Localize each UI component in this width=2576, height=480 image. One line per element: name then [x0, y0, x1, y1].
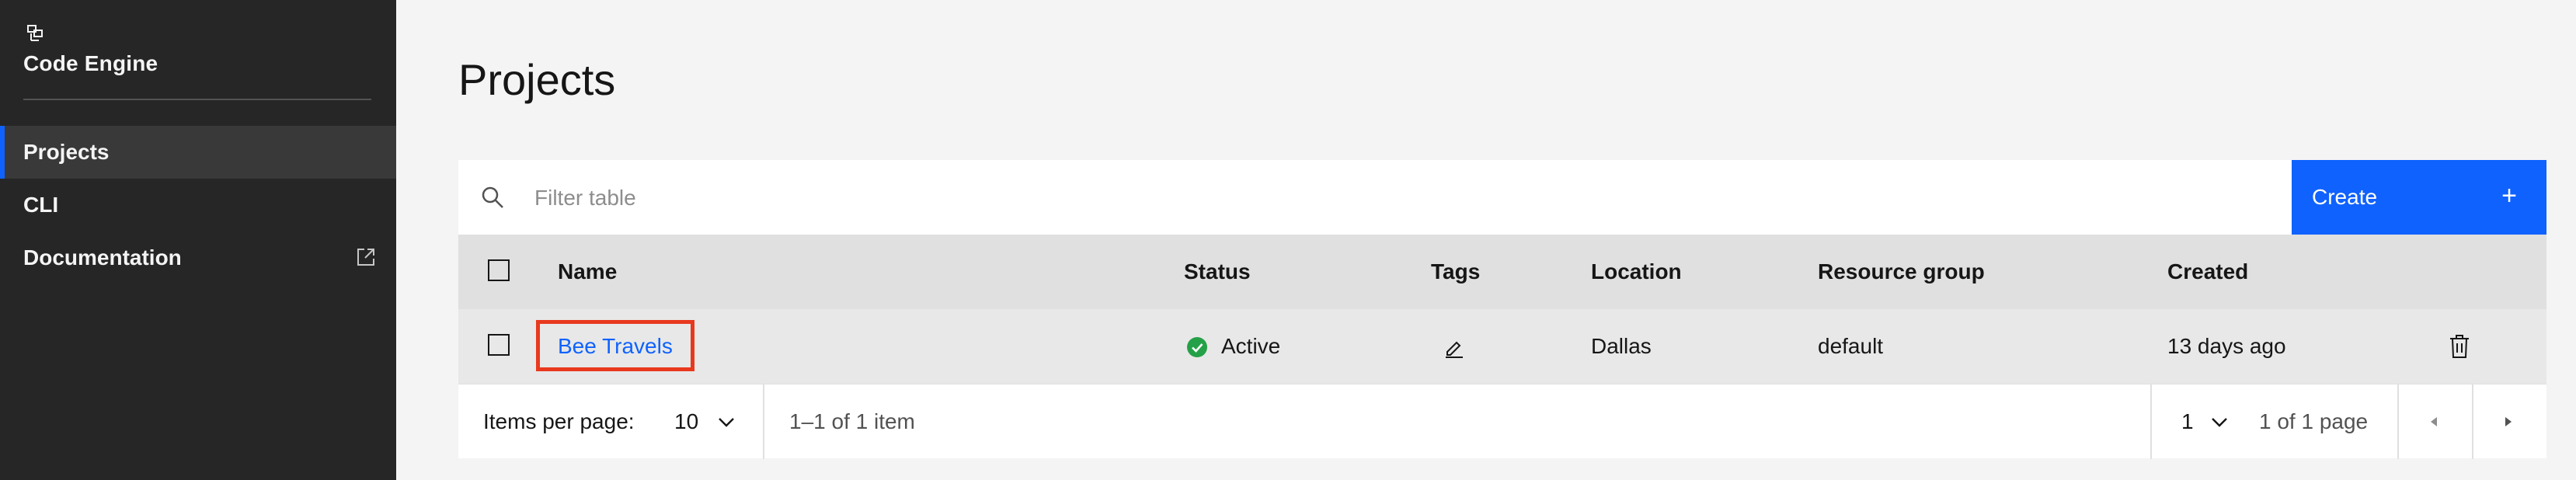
chevron-down-icon[interactable]	[2211, 417, 2228, 428]
sidebar-item-label: CLI	[23, 193, 59, 217]
sidebar: Code Engine Projects CLI Documentation	[0, 0, 396, 480]
sidebar-divider	[23, 99, 371, 100]
pagination-divider	[2397, 384, 2399, 459]
column-header-created[interactable]: Created	[2167, 235, 2248, 309]
trash-icon[interactable]	[2449, 334, 2470, 359]
check-circle-icon	[1187, 337, 1207, 357]
sidebar-item-projects[interactable]: Projects	[0, 126, 396, 179]
pagination: Items per page: 10 1–1 of 1 item 1 1 of …	[458, 384, 2546, 459]
create-button-label: Create	[2312, 185, 2378, 209]
page-total-text: 1 of 1 page	[2259, 409, 2369, 433]
pagination-divider	[2150, 384, 2152, 459]
sidebar-item-cli[interactable]: CLI	[0, 179, 396, 231]
resource-group-cell: default	[1818, 334, 1884, 358]
code-engine-icon	[27, 25, 43, 41]
column-header-tags[interactable]: Tags	[1431, 235, 1480, 309]
pagination-divider	[2472, 384, 2473, 459]
column-header-resource-group[interactable]: Resource group	[1818, 235, 1985, 309]
sidebar-item-label: Documentation	[23, 245, 182, 270]
project-name-link[interactable]: Bee Travels	[558, 334, 673, 358]
page-select[interactable]: 1	[2181, 384, 2194, 459]
caret-left-icon[interactable]	[2428, 416, 2439, 428]
sidebar-nav: Projects CLI Documentation	[0, 126, 396, 284]
items-per-page-select[interactable]: 10	[674, 384, 698, 459]
sidebar-item-documentation[interactable]: Documentation	[0, 231, 396, 284]
status-text: Active	[1221, 334, 1281, 358]
table-toolbar: Create +	[458, 160, 2546, 235]
items-per-page-label: Items per page:	[483, 409, 635, 433]
search-icon	[482, 186, 503, 208]
create-button[interactable]: Create +	[2292, 160, 2546, 235]
column-header-status[interactable]: Status	[1184, 235, 1251, 309]
app-title: Code Engine	[23, 51, 158, 75]
created-cell: 13 days ago	[2167, 334, 2286, 358]
column-header-location[interactable]: Location	[1591, 235, 1682, 309]
plus-icon: +	[2501, 181, 2517, 210]
row-checkbox[interactable]	[488, 334, 510, 356]
items-range-text: 1–1 of 1 item	[789, 409, 915, 433]
table-row: Bee Travels Active Dallas default 13 day…	[458, 309, 2546, 384]
page-title: Projects	[458, 55, 616, 104]
edit-icon[interactable]	[1443, 337, 1465, 359]
search-input[interactable]	[533, 179, 2245, 217]
pagination-divider	[763, 384, 764, 459]
chevron-down-icon[interactable]	[718, 417, 735, 428]
brand: Code Engine	[23, 23, 158, 76]
location-cell: Dallas	[1591, 334, 1652, 358]
sidebar-item-label: Projects	[23, 140, 110, 164]
caret-right-icon[interactable]	[2503, 416, 2514, 428]
external-link-icon	[357, 249, 374, 266]
table-header: Name Status Tags Location Resource group…	[458, 235, 2546, 309]
column-header-name[interactable]: Name	[558, 235, 617, 309]
select-all-checkbox[interactable]	[488, 259, 510, 281]
